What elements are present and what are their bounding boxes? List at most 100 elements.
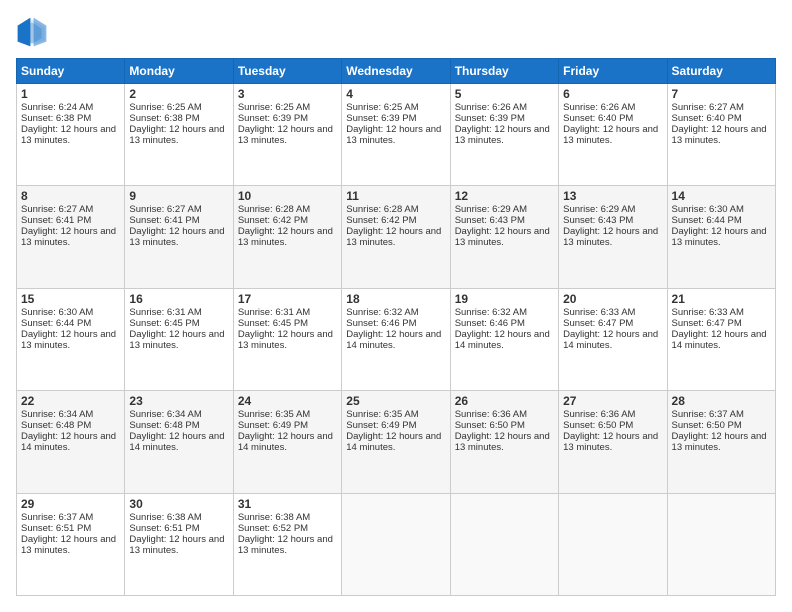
day-number: 27 [563,394,662,408]
sunset: Sunset: 6:43 PM [563,215,633,226]
day-number: 6 [563,87,662,101]
day-header-sunday: Sunday [17,59,125,84]
sunrise: Sunrise: 6:24 AM [21,102,93,113]
day-number: 31 [238,497,337,511]
calendar-cell: 6Sunrise: 6:26 AMSunset: 6:40 PMDaylight… [559,84,667,186]
day-header-friday: Friday [559,59,667,84]
day-number: 24 [238,394,337,408]
calendar-header-row: SundayMondayTuesdayWednesdayThursdayFrid… [17,59,776,84]
day-header-wednesday: Wednesday [342,59,450,84]
sunrise: Sunrise: 6:28 AM [238,204,310,215]
calendar-cell: 25Sunrise: 6:35 AMSunset: 6:49 PMDayligh… [342,391,450,493]
sunset: Sunset: 6:40 PM [672,113,742,124]
day-number: 28 [672,394,771,408]
daylight: Daylight: 12 hours and 14 minutes. [455,329,550,351]
day-header-thursday: Thursday [450,59,558,84]
daylight: Daylight: 12 hours and 13 minutes. [129,124,224,146]
sunset: Sunset: 6:49 PM [238,420,308,431]
calendar-cell: 29Sunrise: 6:37 AMSunset: 6:51 PMDayligh… [17,493,125,595]
day-number: 7 [672,87,771,101]
day-number: 16 [129,292,228,306]
calendar-cell: 8Sunrise: 6:27 AMSunset: 6:41 PMDaylight… [17,186,125,288]
daylight: Daylight: 12 hours and 14 minutes. [563,329,658,351]
sunrise: Sunrise: 6:31 AM [129,307,201,318]
day-number: 17 [238,292,337,306]
sunset: Sunset: 6:50 PM [455,420,525,431]
day-number: 21 [672,292,771,306]
sunset: Sunset: 6:44 PM [21,318,91,329]
day-number: 15 [21,292,120,306]
sunset: Sunset: 6:44 PM [672,215,742,226]
calendar-cell: 26Sunrise: 6:36 AMSunset: 6:50 PMDayligh… [450,391,558,493]
calendar-cell [342,493,450,595]
calendar-cell: 21Sunrise: 6:33 AMSunset: 6:47 PMDayligh… [667,288,775,390]
day-number: 13 [563,189,662,203]
sunset: Sunset: 6:43 PM [455,215,525,226]
calendar-cell: 24Sunrise: 6:35 AMSunset: 6:49 PMDayligh… [233,391,341,493]
sunrise: Sunrise: 6:26 AM [455,102,527,113]
sunset: Sunset: 6:46 PM [346,318,416,329]
calendar-cell: 2Sunrise: 6:25 AMSunset: 6:38 PMDaylight… [125,84,233,186]
daylight: Daylight: 12 hours and 13 minutes. [455,124,550,146]
sunset: Sunset: 6:50 PM [563,420,633,431]
daylight: Daylight: 12 hours and 14 minutes. [21,431,116,453]
daylight: Daylight: 12 hours and 13 minutes. [238,534,333,556]
sunrise: Sunrise: 6:36 AM [455,409,527,420]
sunset: Sunset: 6:52 PM [238,523,308,534]
header [16,16,776,48]
daylight: Daylight: 12 hours and 13 minutes. [672,431,767,453]
sunrise: Sunrise: 6:27 AM [672,102,744,113]
calendar-cell: 10Sunrise: 6:28 AMSunset: 6:42 PMDayligh… [233,186,341,288]
sunrise: Sunrise: 6:32 AM [455,307,527,318]
daylight: Daylight: 12 hours and 13 minutes. [238,329,333,351]
sunrise: Sunrise: 6:35 AM [238,409,310,420]
sunset: Sunset: 6:45 PM [129,318,199,329]
calendar-cell: 20Sunrise: 6:33 AMSunset: 6:47 PMDayligh… [559,288,667,390]
calendar-cell: 19Sunrise: 6:32 AMSunset: 6:46 PMDayligh… [450,288,558,390]
sunrise: Sunrise: 6:35 AM [346,409,418,420]
sunrise: Sunrise: 6:27 AM [129,204,201,215]
daylight: Daylight: 12 hours and 13 minutes. [129,534,224,556]
calendar-cell: 4Sunrise: 6:25 AMSunset: 6:39 PMDaylight… [342,84,450,186]
calendar-week-5: 29Sunrise: 6:37 AMSunset: 6:51 PMDayligh… [17,493,776,595]
daylight: Daylight: 12 hours and 14 minutes. [672,329,767,351]
calendar-cell: 3Sunrise: 6:25 AMSunset: 6:39 PMDaylight… [233,84,341,186]
daylight: Daylight: 12 hours and 14 minutes. [346,431,441,453]
sunset: Sunset: 6:39 PM [346,113,416,124]
sunset: Sunset: 6:41 PM [21,215,91,226]
sunset: Sunset: 6:38 PM [21,113,91,124]
logo-icon [16,16,48,48]
daylight: Daylight: 12 hours and 13 minutes. [21,226,116,248]
sunset: Sunset: 6:45 PM [238,318,308,329]
day-header-saturday: Saturday [667,59,775,84]
sunrise: Sunrise: 6:25 AM [238,102,310,113]
daylight: Daylight: 12 hours and 13 minutes. [672,226,767,248]
day-number: 30 [129,497,228,511]
calendar-cell: 13Sunrise: 6:29 AMSunset: 6:43 PMDayligh… [559,186,667,288]
day-number: 1 [21,87,120,101]
sunrise: Sunrise: 6:33 AM [672,307,744,318]
calendar-table: SundayMondayTuesdayWednesdayThursdayFrid… [16,58,776,596]
daylight: Daylight: 12 hours and 13 minutes. [563,124,658,146]
day-number: 11 [346,189,445,203]
sunset: Sunset: 6:48 PM [21,420,91,431]
calendar-cell: 1Sunrise: 6:24 AMSunset: 6:38 PMDaylight… [17,84,125,186]
daylight: Daylight: 12 hours and 14 minutes. [129,431,224,453]
sunset: Sunset: 6:41 PM [129,215,199,226]
sunset: Sunset: 6:51 PM [129,523,199,534]
daylight: Daylight: 12 hours and 13 minutes. [238,226,333,248]
daylight: Daylight: 12 hours and 13 minutes. [455,226,550,248]
sunrise: Sunrise: 6:25 AM [346,102,418,113]
day-number: 29 [21,497,120,511]
calendar-body: 1Sunrise: 6:24 AMSunset: 6:38 PMDaylight… [17,84,776,596]
day-number: 2 [129,87,228,101]
day-number: 20 [563,292,662,306]
calendar-cell [667,493,775,595]
sunrise: Sunrise: 6:38 AM [129,512,201,523]
sunset: Sunset: 6:42 PM [238,215,308,226]
day-number: 5 [455,87,554,101]
daylight: Daylight: 12 hours and 13 minutes. [21,124,116,146]
calendar-week-4: 22Sunrise: 6:34 AMSunset: 6:48 PMDayligh… [17,391,776,493]
daylight: Daylight: 12 hours and 13 minutes. [238,124,333,146]
day-number: 26 [455,394,554,408]
